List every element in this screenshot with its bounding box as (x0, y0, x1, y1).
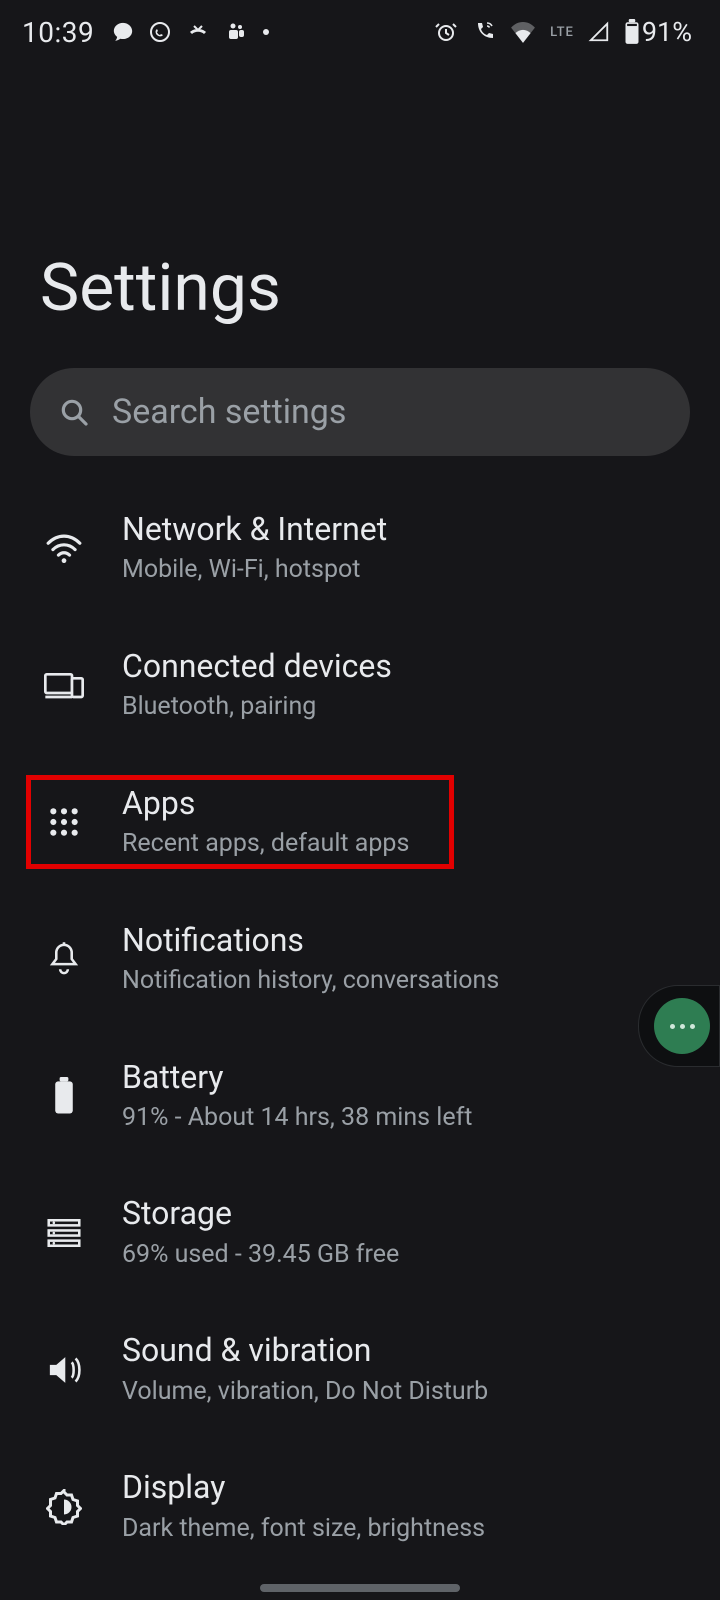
setting-item-display[interactable]: Display Dark theme, font size, brightnes… (0, 1438, 720, 1575)
setting-item-sound[interactable]: Sound & vibration Volume, vibration, Do … (0, 1301, 720, 1438)
setting-subtitle: Bluetooth, pairing (122, 691, 392, 724)
wifi-icon (510, 21, 536, 43)
search-bar[interactable]: Search settings (30, 368, 690, 456)
setting-title: Apps (122, 784, 409, 822)
network-type-label: LTE (550, 25, 574, 40)
alarm-icon (434, 20, 458, 44)
signal-icon (588, 21, 610, 43)
page-title: Settings (40, 250, 281, 327)
setting-subtitle: Notification history, conversations (122, 965, 499, 998)
setting-subtitle: Volume, vibration, Do Not Disturb (122, 1376, 488, 1409)
setting-title: Notifications (122, 921, 499, 959)
status-bar-right: LTE 91% (434, 16, 692, 48)
brightness-icon (40, 1489, 88, 1525)
battery-percentage: 91% (642, 16, 692, 48)
search-icon (58, 396, 90, 428)
status-bar: 10:39 LTE (0, 0, 720, 64)
setting-title: Network & Internet (122, 510, 387, 548)
wifi-calling-icon (472, 20, 496, 44)
chat-bubble-icon (112, 21, 134, 43)
volume-icon (40, 1354, 88, 1386)
setting-item-notifications[interactable]: Notifications Notification history, conv… (0, 891, 720, 1028)
setting-title: Connected devices (122, 647, 392, 685)
wifi-icon (40, 533, 88, 563)
gesture-nav-handle[interactable] (260, 1584, 460, 1592)
battery-icon (624, 19, 640, 45)
apps-grid-icon (40, 806, 88, 838)
search-placeholder: Search settings (112, 392, 346, 432)
setting-title: Storage (122, 1194, 399, 1232)
setting-subtitle: 69% used - 39.45 GB free (122, 1239, 399, 1272)
setting-item-apps[interactable]: Apps Recent apps, default apps (0, 754, 720, 891)
setting-title: Display (122, 1468, 485, 1506)
teams-icon (224, 20, 248, 44)
setting-subtitle: Recent apps, default apps (122, 828, 409, 861)
setting-subtitle: 91% - About 14 hrs, 38 mins left (122, 1102, 472, 1135)
battery-icon (40, 1077, 88, 1115)
missed-call-icon (186, 20, 210, 44)
devices-icon (40, 670, 88, 700)
setting-title: Sound & vibration (122, 1331, 488, 1369)
status-time: 10:39 (22, 16, 94, 49)
whatsapp-icon (148, 20, 172, 44)
setting-item-battery[interactable]: Battery 91% - About 14 hrs, 38 mins left (0, 1028, 720, 1165)
setting-title: Battery (122, 1058, 472, 1096)
settings-list: Network & Internet Mobile, Wi-Fi, hotspo… (0, 480, 720, 1600)
battery-indicator: 91% (624, 16, 692, 48)
assist-fab[interactable] (638, 985, 720, 1067)
bell-icon (40, 941, 88, 977)
setting-subtitle: Mobile, Wi-Fi, hotspot (122, 554, 387, 587)
setting-item-storage[interactable]: Storage 69% used - 39.45 GB free (0, 1164, 720, 1301)
setting-item-network[interactable]: Network & Internet Mobile, Wi-Fi, hotspo… (0, 480, 720, 617)
more-icon (654, 998, 710, 1054)
storage-icon (40, 1219, 88, 1247)
status-bar-left: 10:39 (22, 16, 270, 49)
more-notifications-dot-icon (262, 28, 270, 36)
setting-subtitle: Dark theme, font size, brightness (122, 1513, 485, 1546)
setting-item-connected-devices[interactable]: Connected devices Bluetooth, pairing (0, 617, 720, 754)
